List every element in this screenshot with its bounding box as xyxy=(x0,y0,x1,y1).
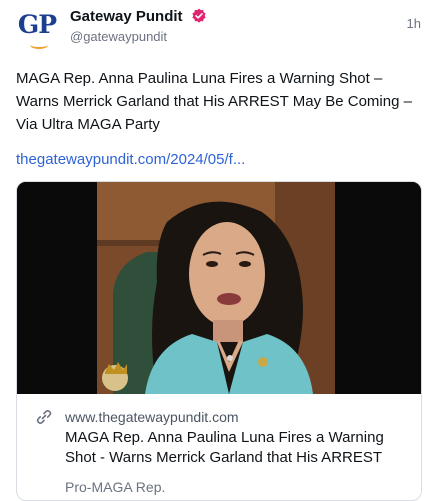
post-text: MAGA Rep. Anna Paulina Luna Fires a Warn… xyxy=(16,70,412,133)
author-handle[interactable]: @gatewaypundit xyxy=(70,29,167,45)
card-title: MAGA Rep. Anna Paulina Luna Fires a Warn… xyxy=(65,429,384,466)
post-link[interactable]: thegatewaypundit.com/2024/05/f... xyxy=(16,150,245,170)
verified-badge-icon xyxy=(192,8,206,23)
social-post: GP Gateway Pundit @gatewaypundit 1h MAGA… xyxy=(0,0,439,501)
avatar-swoosh-decoration xyxy=(30,41,48,49)
video-frame-illustration xyxy=(17,182,421,394)
link-preview-card[interactable]: www.thegatewaypundit.com MAGA Rep. Anna … xyxy=(16,181,422,501)
avatar[interactable]: GP xyxy=(16,8,58,50)
card-description: Pro-MAGA Rep. xyxy=(65,479,166,495)
card-thumbnail-image xyxy=(17,182,421,394)
author-name[interactable]: Gateway Pundit xyxy=(70,8,183,26)
card-domain: www.thegatewaypundit.com xyxy=(65,409,239,425)
avatar-logo-text: GP xyxy=(17,10,57,39)
post-time[interactable]: 1h xyxy=(407,16,421,31)
link-icon xyxy=(36,410,52,424)
